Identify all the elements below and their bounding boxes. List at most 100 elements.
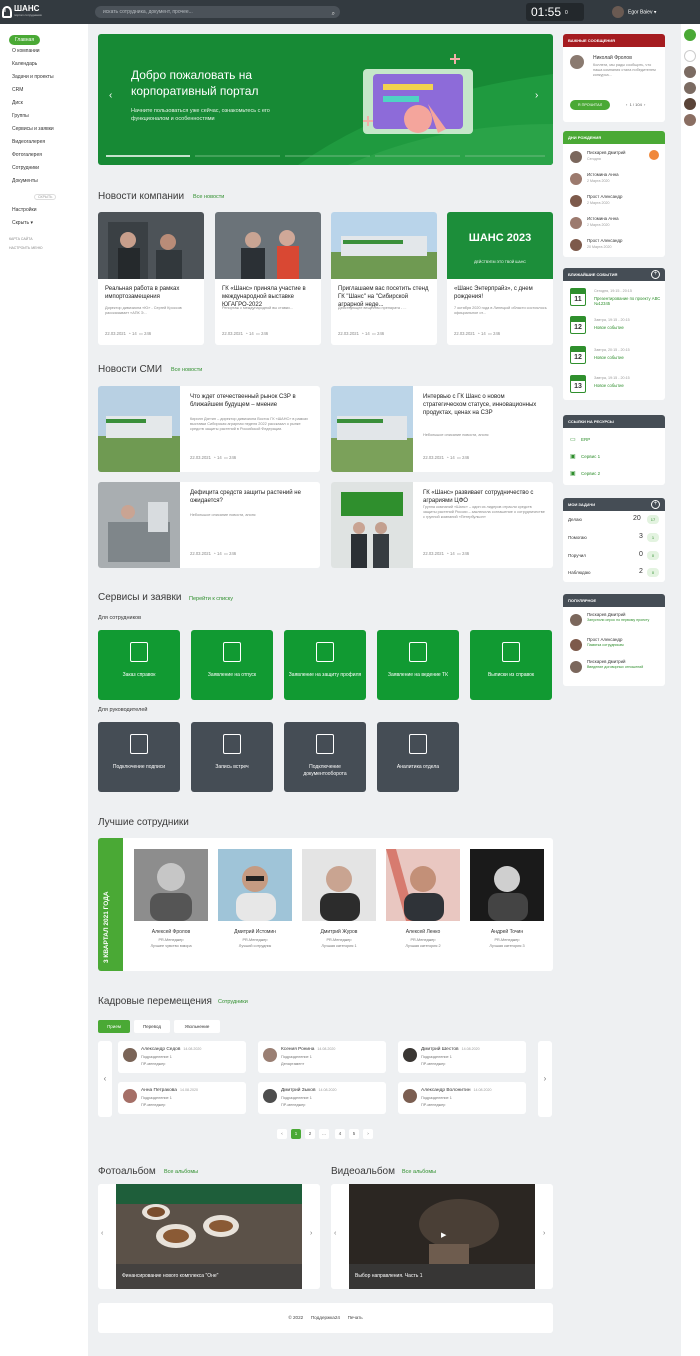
search-icon[interactable]: ⌕: [332, 8, 335, 20]
employee-name[interactable]: Андрей Точин: [462, 929, 552, 935]
chevron-right-icon[interactable]: ›: [535, 90, 538, 101]
task-label[interactable]: Поручил: [568, 553, 586, 558]
nav-item-crm[interactable]: CRM: [12, 87, 23, 93]
add-event-icon[interactable]: +: [651, 270, 660, 279]
employee-photo[interactable]: [134, 849, 208, 921]
birthday-name[interactable]: Истомина Анна: [587, 172, 619, 177]
rail-contact[interactable]: [684, 114, 696, 126]
staff-move-card[interactable]: Александр Волонитин 14.08.2020 Подразделен…: [398, 1082, 526, 1114]
moves-next-button[interactable]: ›: [538, 1041, 552, 1117]
chevron-right-icon[interactable]: ›: [543, 1230, 545, 1237]
nav-divider[interactable]: СКРЫТЬ: [34, 194, 57, 200]
play-icon[interactable]: ▶: [441, 1231, 446, 1239]
clock[interactable]: 01:55 0: [526, 3, 584, 21]
logo[interactable]: ШАНС портал сотрудников: [14, 4, 42, 17]
nav-item-employees[interactable]: Сотрудники: [12, 165, 39, 171]
pagination-page[interactable]: 2: [305, 1129, 315, 1139]
nav-item-groups[interactable]: Группы: [12, 113, 29, 119]
search-input[interactable]: искать сотрудника, документ, прочее... ⌕: [95, 6, 340, 18]
event-link[interactable]: Новое событие: [594, 383, 624, 388]
company-news-link[interactable]: Все новости: [193, 194, 224, 200]
rail-contact[interactable]: [684, 66, 696, 78]
pagination-page[interactable]: 1: [291, 1129, 301, 1139]
birthday-name[interactable]: Пискарев Дмитрий: [587, 150, 626, 155]
employee-photo[interactable]: [470, 849, 544, 921]
employee-photo[interactable]: [218, 849, 292, 921]
event-link[interactable]: Новое событие: [594, 355, 624, 360]
pagination-prev[interactable]: ‹: [277, 1129, 287, 1139]
footer-print-link[interactable]: Печать: [348, 1315, 363, 1320]
nav-item-calendar[interactable]: Календарь: [12, 61, 37, 67]
message-author[interactable]: Николай Фролов: [593, 55, 632, 61]
popular-author[interactable]: Пискарев Дмитрий: [587, 612, 626, 617]
video-album-card[interactable]: ‹ › ▶ Выбор направления. Часть 1: [331, 1184, 553, 1289]
popular-link[interactable]: Введение договорных отношений: [587, 665, 659, 670]
rail-contact[interactable]: [684, 98, 696, 110]
service-extracts[interactable]: Выписки из справок: [470, 630, 552, 700]
service-meetings[interactable]: Запись встреч: [191, 722, 273, 792]
mark-read-button[interactable]: Я ПРОЧИТАЛ: [570, 100, 610, 110]
birthday-name[interactable]: Истомина Анна: [587, 216, 619, 221]
service-labor-book[interactable]: Заявление на ведение ТК: [377, 630, 459, 700]
employee-photo[interactable]: [302, 849, 376, 921]
service-document-flow[interactable]: Подключение документооборота: [284, 722, 366, 792]
media-news-card[interactable]: Что ждет отечественный рынок СЗР в ближа…: [98, 386, 320, 472]
news-title[interactable]: Реальная работа в рамках импортозамещени…: [105, 285, 201, 301]
nav-item-settings[interactable]: Настройки: [12, 207, 37, 213]
task-label[interactable]: Наблюдаю: [568, 570, 591, 575]
resource-link[interactable]: ERP: [581, 437, 590, 442]
employee-name[interactable]: Дмитрий Журов: [294, 929, 384, 935]
news-title[interactable]: Дефицита средств защиты растений не ожид…: [190, 489, 313, 505]
news-title[interactable]: Что ждет отечественный рынок СЗР в ближа…: [190, 393, 313, 409]
service-vacation[interactable]: Заявление на отпуск: [191, 630, 273, 700]
pagination-next[interactable]: ›: [363, 1129, 373, 1139]
service-order-certificates[interactable]: Заказ справок: [98, 630, 180, 700]
hero-banner[interactable]: ‹ › Добро пожаловать на корпоративный по…: [98, 34, 553, 165]
nav-item-about[interactable]: О компании: [12, 48, 40, 54]
services-link[interactable]: Перейти к списку: [189, 596, 233, 602]
video-album-link[interactable]: Все альбомы: [402, 1169, 436, 1175]
rail-contact[interactable]: [684, 50, 696, 62]
chevron-right-icon[interactable]: ›: [310, 1230, 312, 1237]
staff-move-card[interactable]: Дмитрий Шестов 14.08.2020 Подразделение 1П…: [398, 1041, 526, 1073]
media-news-card[interactable]: Интервью с ГК Шанс о новом стратегическо…: [331, 386, 553, 472]
gift-icon[interactable]: [649, 150, 659, 160]
staff-move-card[interactable]: Дмитрий Зыков 14.08.2020 Подразделение 1 ПР…: [258, 1082, 386, 1114]
birthday-name[interactable]: Прост Александр: [587, 238, 622, 243]
notifications-icon[interactable]: [684, 29, 696, 41]
pagination-page[interactable]: 5: [349, 1129, 359, 1139]
staff-moves-link[interactable]: Сотрудники: [218, 999, 248, 1005]
nav-item-hide[interactable]: Скрыть ▾: [12, 220, 33, 226]
resource-link[interactable]: Сервис 2: [581, 471, 600, 476]
employee-photo[interactable]: [386, 849, 460, 921]
event-link[interactable]: Презентирование по проекту АВС №12345: [594, 296, 662, 306]
nav-configure-menu[interactable]: НАСТРОИТЬ МЕНЮ: [9, 246, 43, 250]
pagination-page[interactable]: 4: [335, 1129, 345, 1139]
birthday-name[interactable]: Прост Александр: [587, 194, 622, 199]
chevron-left-icon[interactable]: ‹: [101, 1230, 103, 1237]
news-card[interactable]: ГК «Шанс» приняла участие в международно…: [215, 212, 321, 345]
news-card[interactable]: Приглашаем вас посетить стенд ГК "Шанс" …: [331, 212, 437, 345]
photo-album-link[interactable]: Все альбомы: [164, 1169, 198, 1175]
news-card[interactable]: Реальная работа в рамках импортозамещени…: [98, 212, 204, 345]
task-label[interactable]: Помогаю: [568, 535, 587, 540]
media-news-link[interactable]: Все новости: [171, 367, 202, 373]
employee-name[interactable]: Алексей Ленко: [378, 929, 468, 935]
service-profile-protection[interactable]: Заявление на защиту профиля: [284, 630, 366, 700]
staff-move-card[interactable]: Ксения Ронина 14.08.2020 Подразделение 1 Де…: [258, 1041, 386, 1073]
popular-author[interactable]: Прост Александр: [587, 637, 622, 642]
nav-item-video[interactable]: Видеогалерея: [12, 139, 45, 145]
resource-link[interactable]: Сервис 1: [581, 454, 600, 459]
moves-prev-button[interactable]: ‹: [98, 1041, 112, 1117]
footer-support-link[interactable]: Поддержка24: [311, 1315, 340, 1320]
employee-name[interactable]: Дмитрий Истомин: [210, 929, 300, 935]
nav-sitemap[interactable]: КАРТА САЙТА: [9, 237, 33, 241]
news-card[interactable]: ШАНС 2023 ДЕЙСТВУЕМ ЭТО ТВОЙ ШАНС «Шанс …: [447, 212, 553, 345]
popular-link[interactable]: Памятка сотрудникам: [587, 643, 624, 647]
message-pager[interactable]: ‹ 1 / 104 ›: [626, 102, 645, 107]
tab-dismissal[interactable]: Увольнение: [174, 1020, 220, 1033]
employee-name[interactable]: Алексей Фролов: [126, 929, 216, 935]
tab-hire[interactable]: Прием: [98, 1020, 130, 1033]
popular-link[interactable]: Запустили опрос по первому проекту: [587, 618, 659, 623]
event-link[interactable]: Новое событие: [594, 325, 624, 330]
